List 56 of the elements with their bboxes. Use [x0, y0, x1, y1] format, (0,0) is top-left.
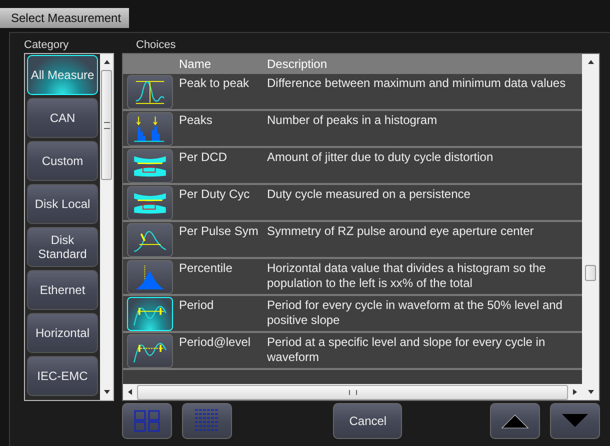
table-cell-text: Percentile [179, 260, 234, 276]
scroll-up-icon[interactable] [586, 59, 594, 65]
table-row[interactable]: Period@level Period at a specific level and slope for every cycle in waveform [123, 333, 582, 370]
table-cell-text: Period for every cycle in waveform at the 50% level and positive slope [267, 297, 564, 328]
down-triangle-icon [560, 413, 590, 429]
page-up-button[interactable] [490, 403, 540, 439]
scrollbar[interactable] [582, 54, 599, 400]
scrollbar[interactable] [123, 384, 582, 400]
table-row[interactable]: Per DCD Amount of jitter due to duty cycle distortion [123, 148, 582, 185]
scroll-right-icon[interactable] [572, 388, 578, 396]
category-button[interactable]: All Measure [27, 55, 98, 95]
table-cell-text: Difference between maximum and minimum data values [267, 75, 567, 91]
table-cell-text: Horizontal data value that divides a histogram so the population to the left is xx% of the total [267, 260, 547, 291]
table-cell-text: Amount of jitter due to duty cycle distortion [267, 149, 494, 165]
cancel-button[interactable]: Cancel [333, 403, 402, 439]
table-cell-text: Period at a specific level and slope for every cycle in waveform [267, 334, 546, 365]
scroll-up-icon[interactable] [102, 59, 110, 65]
table-cell-text: Number of peaks in a histogram [267, 112, 438, 128]
table-row[interactable]: Peaks Number of peaks in a histogram [123, 111, 582, 148]
table-cell-text: Period@level [179, 334, 252, 350]
column-header: Name [179, 57, 212, 71]
scrollbar[interactable] [100, 54, 113, 400]
up-triangle-icon [500, 413, 530, 429]
table-row[interactable]: Peak to peak Difference between maximum and minimum data values [123, 74, 582, 111]
table-row[interactable]: Per Pulse Sym Symmetry of RZ pulse around eye aperture center [123, 222, 582, 259]
column-header: Description [267, 57, 328, 71]
table-row[interactable]: Period Period for every cycle in waveform at the 50% level and positive slope [123, 296, 582, 333]
category-button[interactable]: Ethernet [27, 270, 98, 310]
scroll-thumb[interactable] [101, 70, 112, 180]
category-button[interactable]: IEC-EMC [27, 356, 98, 396]
table-cell-text: Peak to peak [179, 75, 250, 91]
table-row[interactable]: Per Duty Cyc Duty cycle measured on a persistence [123, 185, 582, 222]
grid-view-button[interactable] [122, 403, 172, 439]
scroll-down-icon[interactable] [102, 389, 110, 395]
category-button[interactable]: Disk Local [27, 184, 98, 224]
category-button[interactable]: Horizontal [27, 313, 98, 353]
window-title: Select Measurement [0, 8, 130, 28]
table-cell-text: Duty cycle measured on a persistence [267, 186, 472, 202]
grid-icon [132, 409, 162, 433]
category-label: Category [24, 39, 70, 53]
table-cell-text: Per Pulse Sym [179, 223, 260, 239]
scroll-down-icon[interactable] [586, 389, 594, 395]
table-cell-text: Period [179, 297, 215, 313]
table-row[interactable]: Percentile Horizontal data value that divides a histogram so the population to the left is xx% of the total [123, 259, 582, 296]
table-cell-text: Peaks [179, 112, 214, 128]
category-button[interactable]: CAN [27, 98, 98, 138]
table-cell-text: Per Duty Cyc [179, 186, 251, 202]
table-cell-text: Symmetry of RZ pulse around eye aperture center [267, 223, 535, 239]
list-view-button[interactable] [182, 403, 232, 439]
category-button[interactable]: Disk Standard [27, 227, 98, 267]
category-button[interactable]: Custom [27, 141, 98, 181]
scroll-thumb[interactable] [585, 265, 596, 282]
scroll-left-icon[interactable] [127, 388, 133, 396]
page-down-button[interactable] [550, 403, 600, 439]
table-cell-text: Per DCD [179, 149, 228, 165]
choices-label: Choices [135, 39, 177, 53]
